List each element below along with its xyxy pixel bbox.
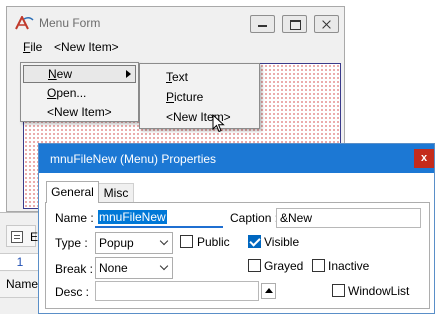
submenu-item-new-item[interactable]: <New Item> <box>142 108 257 126</box>
type-select[interactable]: Popup <box>95 232 173 254</box>
menubar-file-rest: ile <box>30 40 43 54</box>
visible-checkbox[interactable] <box>248 235 261 248</box>
file-menu: New Open... <New Item> <box>20 62 139 122</box>
name-value: mnuFileNew <box>98 210 167 224</box>
break-select[interactable]: None <box>95 257 173 279</box>
tab-general[interactable]: General <box>46 181 99 203</box>
close-button[interactable] <box>314 15 339 33</box>
menu-item-new-item[interactable]: <New Item> <box>23 103 136 121</box>
public-checkbox[interactable] <box>180 235 193 248</box>
submenu-item-picture-mnemonic: P <box>166 90 175 104</box>
name-input[interactable]: mnuFileNew <box>95 208 223 228</box>
break-label: Break : <box>55 262 94 276</box>
properties-dialog: mnuFileNew (Menu) Properties x General M… <box>38 143 435 314</box>
menubar-item-new-item[interactable]: <New Item> <box>54 40 119 54</box>
column-header-name[interactable]: Name <box>0 272 40 298</box>
type-label: Type : <box>55 236 88 250</box>
form-menubar: File <New Item> <box>7 38 344 56</box>
caption-label: Caption : <box>230 211 279 225</box>
submenu-item-picture-rest: icture <box>174 90 204 104</box>
chevron-down-icon <box>159 261 169 271</box>
dialog-close-button[interactable]: x <box>414 149 434 168</box>
row-number[interactable]: 1 <box>0 253 40 271</box>
public-label: Public <box>197 235 230 249</box>
windowlist-checkbox[interactable] <box>332 284 345 297</box>
dialog-title: mnuFileNew (Menu) Properties <box>50 152 217 166</box>
menu-item-new-rest: ew <box>56 67 73 81</box>
menu-item-open[interactable]: Open... <box>23 84 136 102</box>
break-select-value: None <box>99 261 128 275</box>
inactive-checkbox[interactable] <box>312 259 325 272</box>
tab-misc[interactable]: Misc <box>99 183 134 203</box>
toolbar-button-label: E <box>30 230 39 244</box>
form-titlebar[interactable]: Menu Form <box>7 7 344 37</box>
type-select-value: Popup <box>99 236 134 250</box>
chevron-down-icon <box>159 236 169 246</box>
desc-input[interactable] <box>95 281 259 301</box>
form-title: Menu Form <box>39 16 101 30</box>
name-label: Name : <box>55 211 94 225</box>
visible-label: Visible <box>264 235 300 249</box>
desc-up-arrow-button[interactable] <box>261 283 276 299</box>
submenu-item-text[interactable]: Text <box>142 68 257 86</box>
submenu-arrow-icon <box>126 70 131 78</box>
caption-input[interactable]: &New <box>276 208 421 228</box>
mouse-cursor-icon <box>212 114 225 133</box>
inactive-label: Inactive <box>328 259 370 273</box>
new-submenu: Text Picture <New Item> <box>139 63 260 129</box>
app-logo-icon <box>15 16 34 30</box>
toolbar-button[interactable]: E <box>6 225 39 247</box>
background-panel: E 1 Name <box>0 212 40 314</box>
menu-item-new-mnemonic: N <box>48 67 57 81</box>
minimize-button[interactable] <box>250 15 275 33</box>
dialog-titlebar[interactable]: mnuFileNew (Menu) Properties x <box>39 144 434 173</box>
submenu-item-text-rest: ext <box>172 70 189 84</box>
submenu-item-picture[interactable]: Picture <box>142 88 257 106</box>
windowlist-label: WindowList <box>348 284 410 298</box>
menu-item-open-mnemonic: O <box>47 86 57 100</box>
maximize-button[interactable] <box>282 15 307 33</box>
menu-item-open-rest: pen... <box>56 86 87 100</box>
grayed-checkbox[interactable] <box>248 259 261 272</box>
grayed-label: Grayed <box>264 259 304 273</box>
menu-item-new[interactable]: New <box>23 65 136 83</box>
desc-label: Desc : <box>55 285 90 299</box>
grid-icon <box>11 231 23 243</box>
menubar-item-file[interactable]: File <box>23 40 42 54</box>
